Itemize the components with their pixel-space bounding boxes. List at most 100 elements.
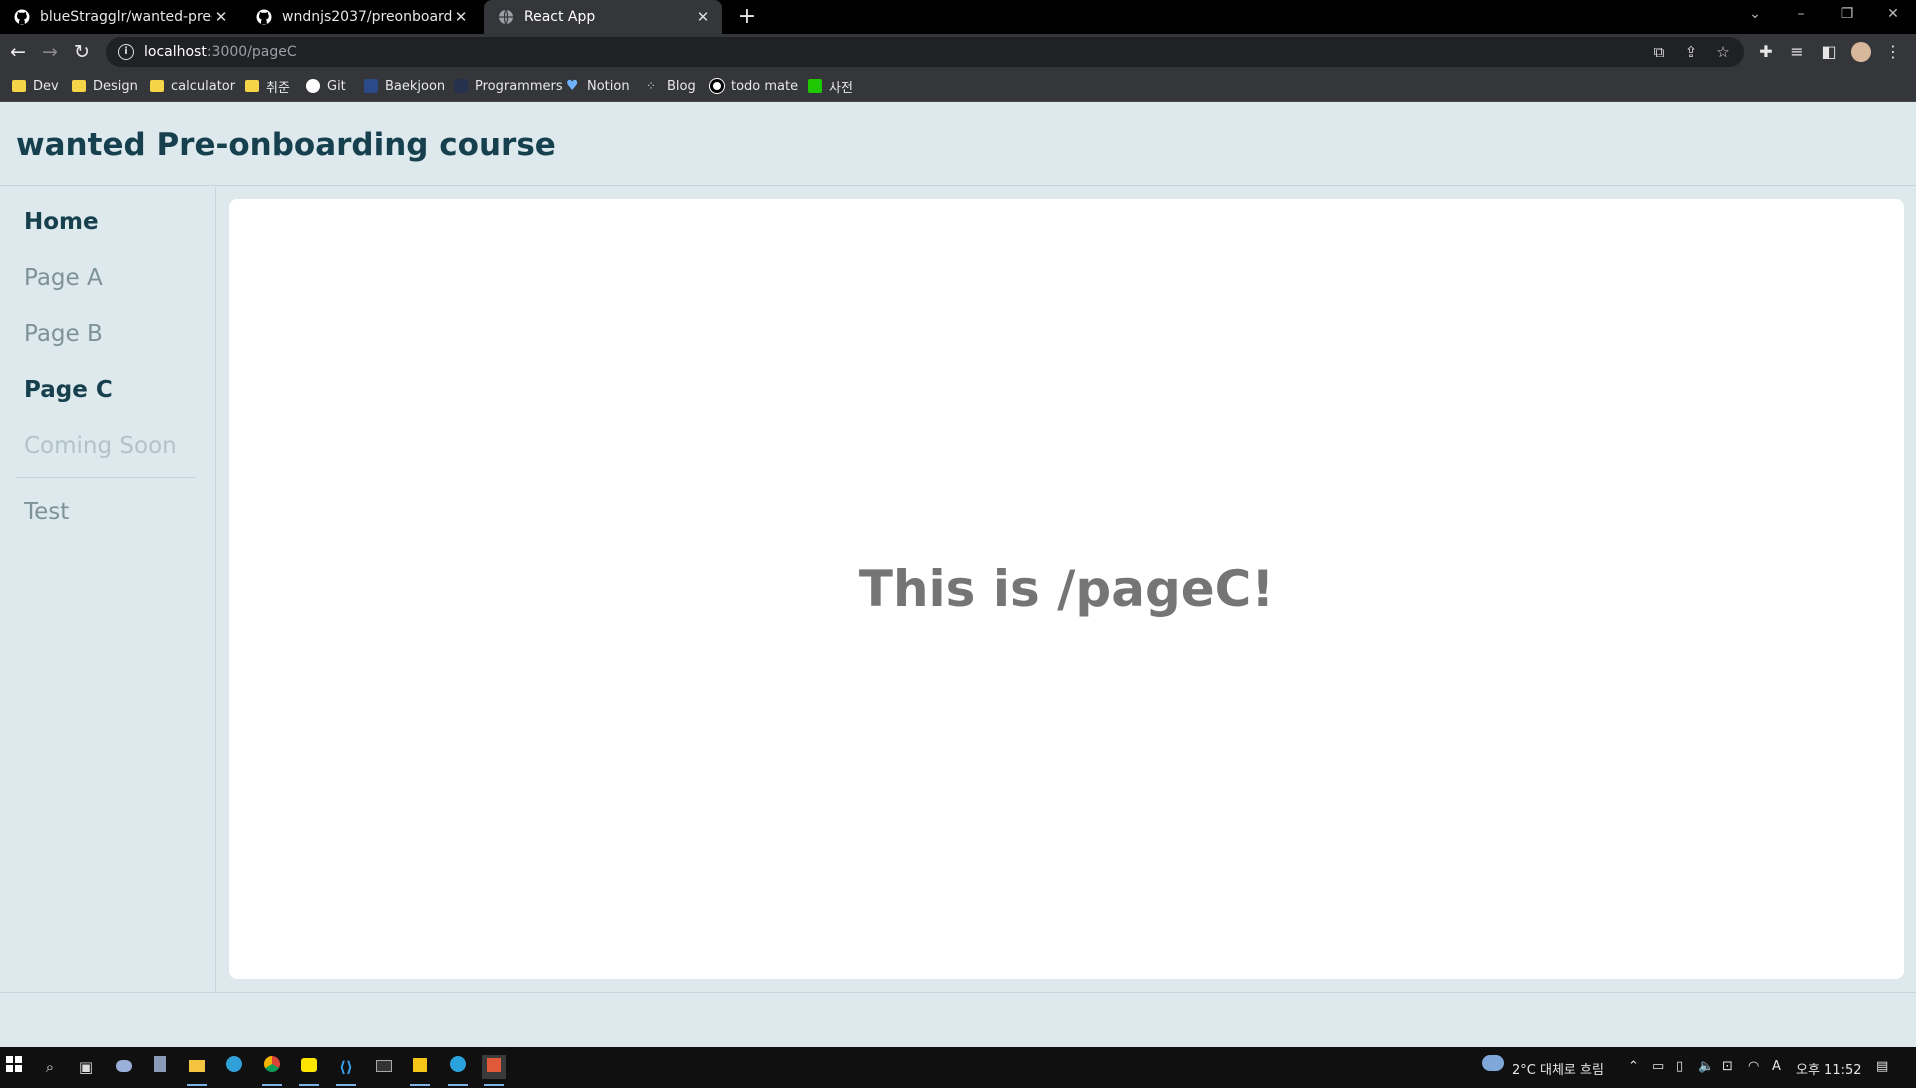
avatar[interactable] bbox=[1851, 42, 1871, 62]
page-heading: This is /pageC! bbox=[858, 560, 1275, 618]
folder-icon bbox=[150, 80, 164, 92]
tab-react-app[interactable]: React App ✕ bbox=[484, 0, 722, 34]
nav-item-test[interactable]: Test bbox=[24, 499, 69, 525]
bookmark-label: Notion bbox=[587, 78, 630, 94]
bookmark-label: Design bbox=[93, 78, 138, 94]
share-icon[interactable]: ⇪ bbox=[1682, 43, 1700, 61]
globe-icon bbox=[499, 9, 513, 25]
bookmark-todo-mate[interactable]: todo mate bbox=[710, 77, 798, 95]
clock[interactable]: 오후 11:52 bbox=[1796, 1059, 1862, 1078]
translate-icon[interactable]: ⧉ bbox=[1650, 43, 1668, 61]
url-host: localhost bbox=[144, 44, 207, 60]
restore-icon[interactable]: ❐ bbox=[1824, 0, 1870, 30]
close-icon[interactable]: ✕ bbox=[694, 8, 712, 26]
notification-icon[interactable]: ▤ bbox=[1876, 1059, 1888, 1074]
kakaotalk-icon[interactable] bbox=[297, 1055, 321, 1086]
url-path: :3000/pageC bbox=[206, 44, 297, 60]
bookmark-label: Programmers bbox=[475, 78, 563, 94]
heart-icon: ♥ bbox=[566, 78, 579, 94]
chrome-icon[interactable] bbox=[260, 1055, 284, 1086]
reload-icon[interactable]: ↻ bbox=[68, 38, 96, 66]
side-panel-icon[interactable]: ◧ bbox=[1819, 42, 1839, 62]
search-icon[interactable]: ⌕ bbox=[38, 1055, 62, 1079]
close-icon[interactable]: ✕ bbox=[452, 8, 470, 26]
github-icon bbox=[14, 9, 30, 25]
windows-taskbar: ⌕ ▣ ⟨⟩ 2°C 대체로 흐림 ⌃ ▭ ▯ 🔈 ⊡ ◠ A 오후 11:52… bbox=[0, 1047, 1916, 1088]
bookmark-blog[interactable]: ⁘ Blog bbox=[646, 77, 696, 95]
content-card: This is /pageC! bbox=[229, 199, 1904, 979]
nav-item-home[interactable]: Home bbox=[24, 209, 99, 235]
tab-github-preonboarding[interactable]: wndnjs2037/preonboarding_fe ✕ bbox=[242, 0, 480, 34]
bookmark-jobs[interactable]: 취준 bbox=[245, 77, 290, 96]
bookmark-label: Baekjoon bbox=[385, 78, 446, 94]
nav-item-page-c[interactable]: Page C bbox=[24, 377, 113, 403]
bookmark-label: Git bbox=[327, 78, 346, 94]
telegram-icon[interactable] bbox=[446, 1055, 470, 1086]
edge-icon[interactable] bbox=[222, 1055, 246, 1079]
nav-item-page-a[interactable]: Page A bbox=[24, 265, 103, 291]
app-icon[interactable] bbox=[112, 1055, 136, 1079]
bookmark-baekjoon[interactable]: Baekjoon bbox=[364, 77, 445, 95]
bookmark-label: Dev bbox=[33, 78, 59, 94]
minimize-icon[interactable]: – bbox=[1778, 0, 1824, 30]
site-info-icon[interactable]: i bbox=[118, 44, 134, 60]
tab-title: React App bbox=[524, 9, 596, 25]
wifi-icon[interactable]: ◠ bbox=[1748, 1059, 1759, 1074]
bookmark-git[interactable]: Git bbox=[306, 77, 346, 95]
bookmark-star-icon[interactable]: ☆ bbox=[1714, 43, 1732, 61]
battery-icon[interactable]: ▭ bbox=[1652, 1059, 1664, 1074]
vscode-icon[interactable]: ⟨⟩ bbox=[334, 1055, 358, 1086]
media-control-icon[interactable]: ≡ bbox=[1787, 42, 1807, 62]
footer-divider bbox=[0, 992, 1916, 993]
tab-github-wanted[interactable]: blueStragglr/wanted-pre-onboa ✕ bbox=[0, 0, 240, 34]
app-header: wanted Pre-onboarding course bbox=[0, 103, 1916, 186]
display-icon[interactable]: ⊡ bbox=[1722, 1059, 1733, 1074]
dictionary-icon bbox=[808, 79, 822, 93]
windows-start-icon[interactable] bbox=[2, 1055, 26, 1079]
volume-icon[interactable]: 🔈 bbox=[1698, 1059, 1714, 1074]
baekjoon-icon bbox=[364, 79, 378, 93]
tab-title: wndnjs2037/preonboarding_fe bbox=[282, 9, 452, 25]
nav-divider bbox=[16, 477, 196, 478]
extensions-icon[interactable]: ✚ bbox=[1756, 42, 1776, 62]
bookmark-label: todo mate bbox=[731, 78, 799, 94]
tab-title: blueStragglr/wanted-pre-onboa bbox=[40, 9, 212, 25]
bookmark-label: Blog bbox=[667, 78, 696, 94]
close-icon[interactable]: ✕ bbox=[212, 8, 230, 26]
weather-icon[interactable] bbox=[1482, 1055, 1504, 1075]
close-window-icon[interactable]: ✕ bbox=[1870, 0, 1916, 30]
bookmark-design[interactable]: Design bbox=[72, 77, 138, 95]
forward-icon[interactable]: → bbox=[36, 38, 64, 66]
bookmark-notion[interactable]: ♥ Notion bbox=[566, 77, 630, 95]
bookmark-label: 사전 bbox=[829, 80, 853, 96]
file-explorer-icon[interactable] bbox=[185, 1055, 209, 1086]
folder-icon bbox=[72, 80, 86, 92]
weather-text[interactable]: 2°C 대체로 흐림 bbox=[1512, 1059, 1604, 1078]
nav-item-page-b[interactable]: Page B bbox=[24, 321, 103, 347]
folder-icon bbox=[12, 80, 26, 92]
terminal-icon[interactable] bbox=[372, 1055, 396, 1079]
bookmark-dictionary[interactable]: 사전 bbox=[808, 77, 853, 96]
menu-icon[interactable]: ⋮ bbox=[1883, 42, 1903, 62]
sticky-notes-icon[interactable] bbox=[408, 1055, 432, 1086]
chevron-up-icon[interactable]: ⌃ bbox=[1628, 1059, 1639, 1074]
active-app-icon[interactable] bbox=[482, 1055, 506, 1086]
address-bar[interactable]: i localhost:3000/pageC ⧉ ⇪ ☆ bbox=[106, 37, 1744, 67]
tab-search-icon[interactable]: ⌄ bbox=[1732, 0, 1778, 30]
folder-icon bbox=[245, 80, 259, 92]
device-icon[interactable]: ▯ bbox=[1676, 1059, 1683, 1074]
bookmark-programmers[interactable]: Programmers bbox=[454, 77, 563, 95]
app-page: wanted Pre-onboarding course Home Page A… bbox=[0, 103, 1916, 1047]
bookmark-dev[interactable]: Dev bbox=[12, 77, 59, 95]
github-icon bbox=[306, 79, 320, 93]
blog-icon: ⁘ bbox=[646, 79, 657, 93]
task-view-icon[interactable]: ▣ bbox=[74, 1055, 98, 1079]
browser-tab-bar: blueStragglr/wanted-pre-onboa ✕ wndnjs20… bbox=[0, 0, 1916, 34]
back-icon[interactable]: ← bbox=[4, 38, 32, 66]
calculator-icon[interactable] bbox=[148, 1055, 172, 1079]
todomate-icon bbox=[710, 79, 724, 93]
ime-indicator[interactable]: A bbox=[1772, 1059, 1781, 1074]
bookmark-calculator[interactable]: calculator bbox=[150, 77, 235, 95]
site-title: wanted Pre-onboarding course bbox=[16, 127, 556, 163]
new-tab-button[interactable]: + bbox=[734, 4, 760, 30]
